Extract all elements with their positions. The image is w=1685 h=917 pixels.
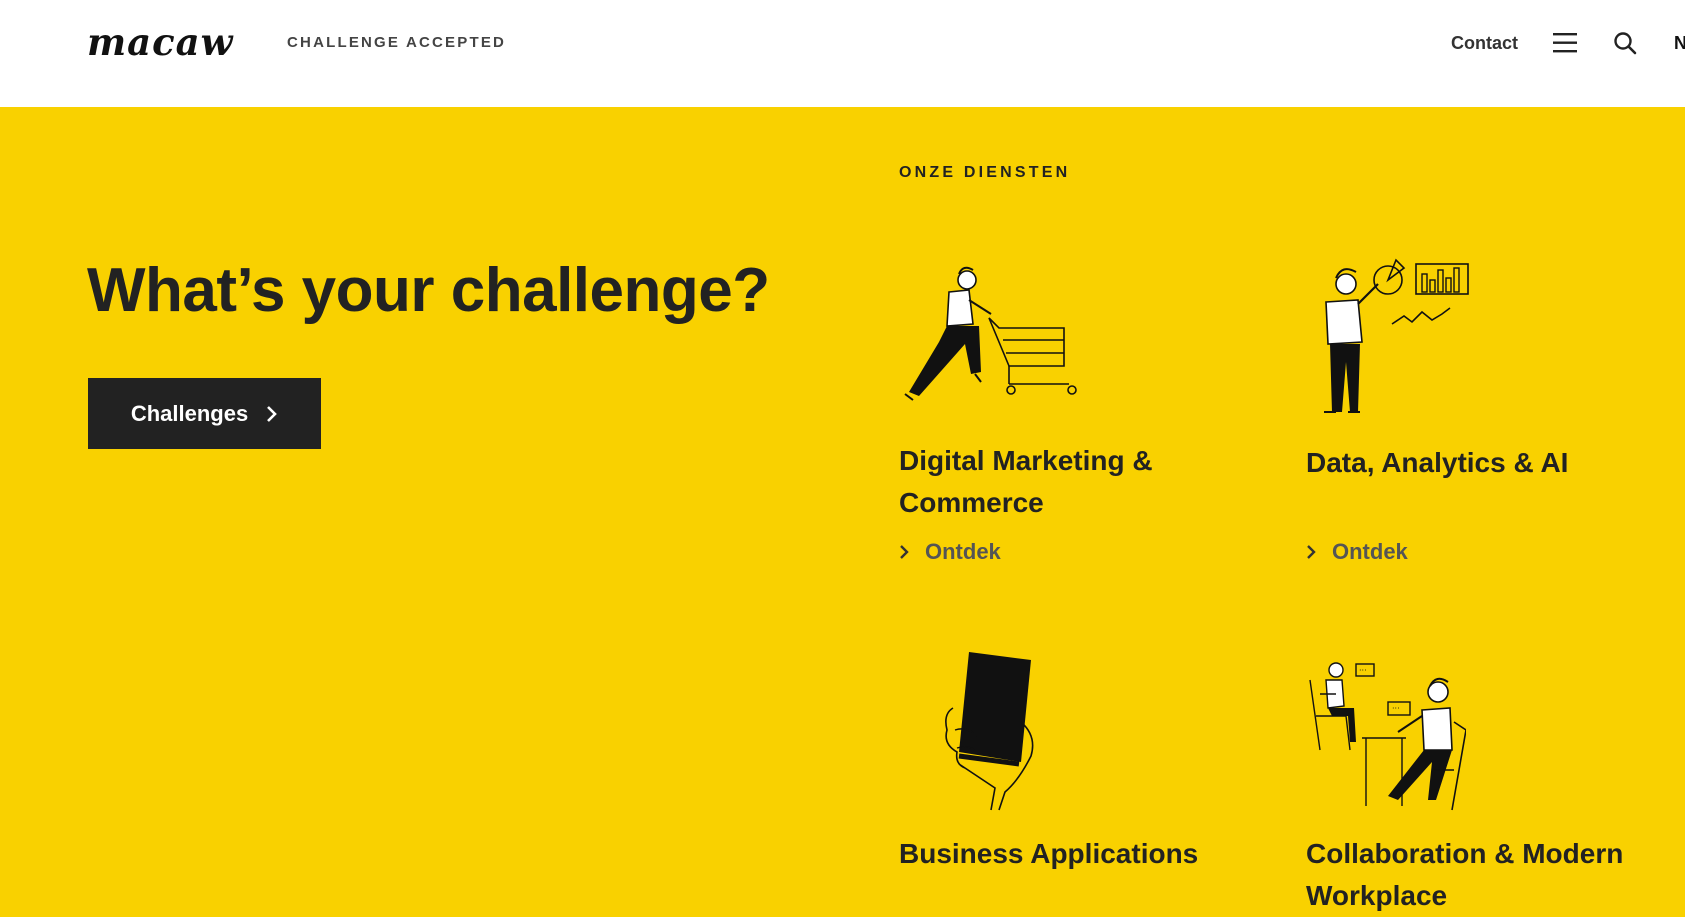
service-card: Business Applications — [899, 648, 1279, 912]
chevron-right-icon — [1307, 545, 1316, 559]
challenges-button[interactable]: Challenges — [88, 378, 321, 449]
service-title: Digital Marketing & Commerce — [899, 445, 1153, 518]
svg-text:···: ··· — [1392, 704, 1400, 713]
service-link-label: Ontdek — [925, 539, 1001, 564]
search-icon[interactable] — [1613, 31, 1637, 55]
service-link-label: Ontdek — [1332, 539, 1408, 564]
service-title: Collaboration & Modern Workplace — [1306, 838, 1624, 911]
language-switch[interactable]: N — [1674, 33, 1685, 54]
macaw-logo[interactable]: macaw — [87, 18, 233, 66]
site-header: macaw CHALLENGE ACCEPTED Contact N — [0, 0, 1685, 107]
section-label: ONZE DIENSTEN — [899, 164, 1071, 181]
service-discover-link[interactable]: Ontdek — [1306, 539, 1408, 565]
hero-title: What’s your challenge? — [87, 256, 770, 325]
tagline: CHALLENGE ACCEPTED — [287, 34, 507, 51]
service-discover-link[interactable]: Ontdek — [899, 539, 1001, 565]
chevron-right-icon — [267, 405, 278, 422]
service-card: Data, Analytics & AI Ontdek — [1306, 258, 1685, 572]
service-title: Data, Analytics & AI — [1306, 447, 1569, 478]
service-title: Business Applications — [899, 838, 1199, 869]
smartphone-hand-icon — [945, 652, 1034, 811]
shopping-cart-person-icon — [904, 266, 1077, 401]
service-card: ··· ··· Collaboration & Modern Workplace — [1306, 650, 1685, 912]
challenges-button-label: Challenges — [130, 400, 249, 426]
contact-link[interactable]: Contact — [1451, 33, 1518, 54]
chevron-right-icon — [900, 545, 909, 559]
service-card: Digital Marketing & Commerce Ontdek — [899, 262, 1279, 572]
svg-text:···: ··· — [1359, 666, 1367, 675]
analytics-presenter-icon — [1324, 258, 1469, 413]
people-collaborating-icon: ··· ··· — [1309, 662, 1466, 811]
hamburger-menu-icon[interactable] — [1553, 32, 1577, 54]
